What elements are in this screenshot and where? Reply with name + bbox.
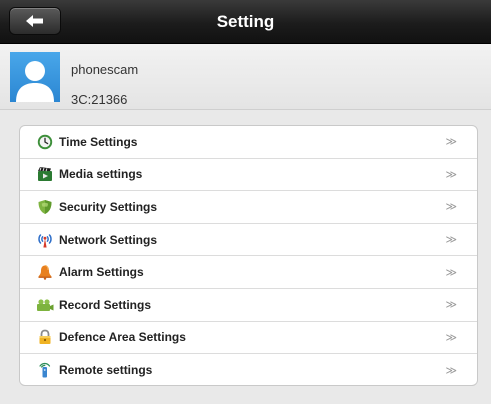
profile-name: phonescam (71, 62, 139, 77)
remote-icon (36, 361, 54, 379)
profile-panel: phonescam 3C:21366 (0, 44, 491, 110)
alarm-bell-icon (36, 263, 54, 281)
chevron-right-icon: ≫ (445, 299, 457, 312)
menu-item-label: Remote settings (59, 363, 153, 378)
menu-item-label: Defence Area Settings (59, 330, 186, 345)
chevron-right-icon: ≫ (445, 234, 457, 247)
lock-icon (36, 328, 54, 346)
shield-icon (36, 198, 54, 216)
chevron-right-icon: ≫ (445, 364, 457, 377)
menu-item-media-settings[interactable]: Media settings ≫ (20, 159, 477, 192)
menu-item-alarm-settings[interactable]: Alarm Settings ≫ (20, 256, 477, 289)
clock-icon (36, 133, 54, 151)
settings-menu: Time Settings ≫ Media settings ≫ Securit… (19, 125, 478, 386)
menu-item-record-settings[interactable]: Record Settings ≫ (20, 289, 477, 322)
menu-item-defence-area-settings[interactable]: Defence Area Settings ≫ (20, 322, 477, 355)
menu-item-time-settings[interactable]: Time Settings ≫ (20, 126, 477, 159)
antenna-icon (36, 231, 54, 249)
media-icon (36, 165, 54, 183)
menu-item-remote-settings[interactable]: Remote settings ≫ (20, 354, 477, 385)
chevron-right-icon: ≫ (445, 136, 457, 149)
menu-item-network-settings[interactable]: Network Settings ≫ (20, 224, 477, 257)
menu-item-security-settings[interactable]: Security Settings ≫ (20, 191, 477, 224)
menu-item-label: Security Settings (59, 199, 158, 214)
title-bar: Setting (0, 0, 491, 44)
menu-item-label: Network Settings (59, 232, 158, 247)
chevron-right-icon: ≫ (445, 168, 457, 181)
page-title: Setting (216, 12, 275, 31)
menu-item-label: Alarm Settings (59, 265, 144, 280)
menu-item-label: Media settings (59, 167, 143, 182)
menu-item-label: Record Settings (59, 297, 152, 312)
record-icon (36, 296, 54, 314)
user-avatar-icon (10, 52, 60, 102)
chevron-right-icon: ≫ (445, 201, 457, 214)
chevron-right-icon: ≫ (445, 266, 457, 279)
chevron-right-icon: ≫ (445, 331, 457, 344)
profile-id: 3C:21366 (71, 92, 128, 107)
menu-item-label: Time Settings (59, 134, 138, 149)
